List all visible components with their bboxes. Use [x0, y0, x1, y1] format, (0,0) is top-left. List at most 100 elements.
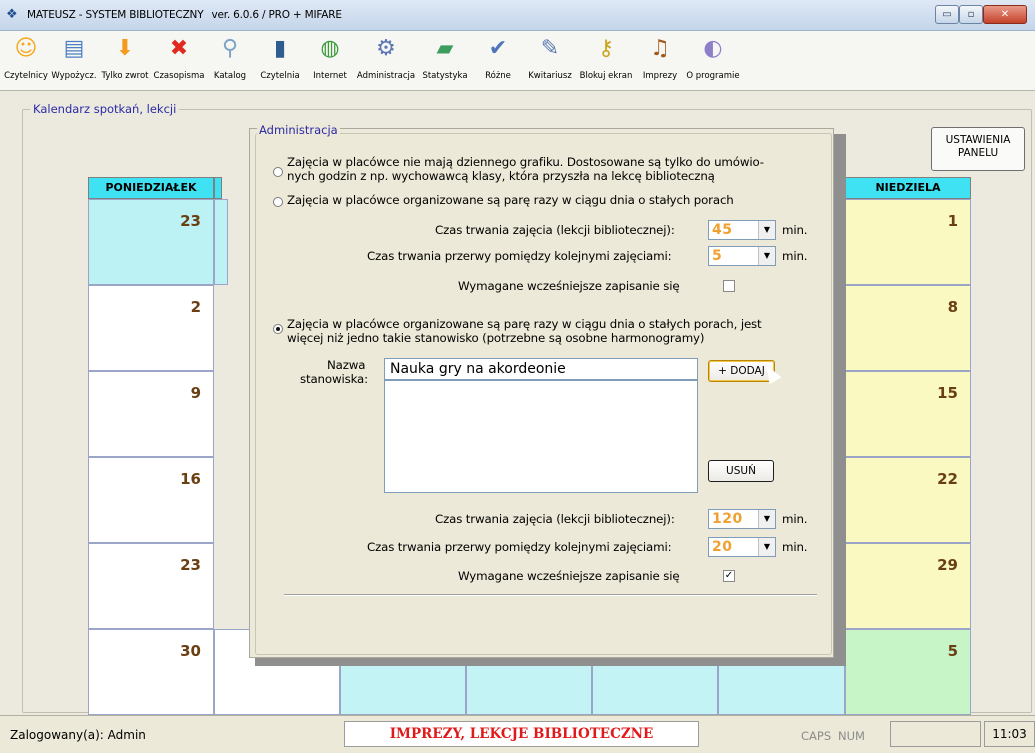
globe-icon: ◍ — [320, 36, 340, 61]
calendar-day-cell[interactable]: 23 — [88, 543, 214, 629]
radio-option-fixed-times[interactable] — [273, 197, 283, 207]
header-monday: PONIEDZIAŁEK — [88, 177, 214, 199]
calendar-day-cell[interactable] — [214, 199, 228, 285]
toolbar: ☺ Czytelnicy ▤ Wypożycz. ⬇ Tylko zwrot ✖ Cza… — [0, 31, 1035, 91]
calendar-day-cell[interactable]: 16 — [88, 457, 214, 543]
radio-option-multiple-stations[interactable] — [273, 324, 283, 334]
window-title: MATEUSZ - SYSTEM BIBLIOTECZNY ver. 6.0.6 … — [27, 9, 342, 21]
clock: 11:03 — [984, 721, 1035, 747]
calendar-day-cell[interactable]: 5 — [845, 629, 971, 715]
opt3-duration-select[interactable]: 120 ▼ — [708, 509, 776, 529]
panel-settings-line2: PANELU — [957, 147, 999, 159]
opt2-duration-unit: min. — [782, 223, 808, 237]
toolbar-statystyka-button[interactable]: ▰ Statystyka — [418, 33, 472, 89]
toolbar-kwitariusz-button[interactable]: ✎ Kwitariusz — [524, 33, 576, 89]
toolbar-czytelnia-button[interactable]: ▮ Czytelnia — [255, 33, 305, 89]
title-bar: ❖ MATEUSZ - SYSTEM BIBLIOTECZNY ver. 6.0.… — [0, 0, 1035, 31]
toolbar-label: Różne — [485, 71, 511, 81]
opt2-signup-checkbox[interactable] — [723, 280, 735, 292]
app-icon: ❖ — [6, 7, 18, 22]
station-label-line1: Nazwa — [327, 358, 366, 372]
calendar-day-cell[interactable]: 9 — [88, 371, 214, 457]
opt2-break-value: 5 — [712, 248, 723, 264]
toolbar-label: Administracja — [356, 71, 416, 81]
calendar-check-icon: ✔ — [488, 36, 508, 61]
calendar-day-cell[interactable]: 30 — [88, 629, 214, 715]
toolbar-czasopisma-button[interactable]: ✖ Czasopisma — [153, 33, 205, 89]
toolbar-label: Blokuj ekran — [579, 71, 633, 81]
calendar-day-cell[interactable]: 23 — [88, 199, 214, 285]
chart-icon: ▰ — [436, 36, 454, 61]
num-indicator: NUM — [838, 729, 865, 743]
toolbar-label: Imprezy — [642, 71, 678, 81]
chevron-down-icon: ▼ — [758, 538, 775, 556]
chevron-down-icon: ▼ — [758, 510, 775, 528]
window-version: ver. 6.0.6 / PRO + MIFARE — [211, 9, 342, 21]
toolbar-label: Kwitariusz — [528, 71, 572, 81]
minimize-button[interactable]: ▭ — [935, 5, 959, 24]
opt3-duration-label: Czas trwania zajęcia (lekcji biblioteczn… — [435, 512, 675, 526]
close-button[interactable]: ✕ — [983, 5, 1027, 24]
station-list[interactable] — [384, 380, 698, 493]
module-title: IMPREZY, LEKCJE BIBLIOTECZNE — [344, 721, 699, 747]
toolbar-imprezy-button[interactable]: ♫ Imprezy — [636, 33, 684, 89]
toolbar-label: Internet — [313, 71, 347, 81]
toolbar-label: Katalog — [213, 71, 247, 81]
calendar-day-cell[interactable]: 2 — [88, 285, 214, 371]
panel-settings-button[interactable]: USTAWIENIA PANELU — [931, 127, 1025, 171]
option1-line1: Zajęcia w placówce nie mają dziennego gr… — [287, 155, 764, 169]
opt3-duration-unit: min. — [782, 512, 808, 526]
toolbar-czytelnicy-button[interactable]: ☺ Czytelnicy — [4, 33, 48, 89]
application-window: ❖ MATEUSZ - SYSTEM BIBLIOTECZNY ver. 6.0.… — [0, 0, 1035, 753]
toolbar-wypozycz-button[interactable]: ▤ Wypożycz. — [50, 33, 98, 89]
toolbar-internet-button[interactable]: ◍ Internet — [305, 33, 355, 89]
calendar-group-title: Kalendarz spotkań, lekcji — [30, 102, 180, 116]
guitar-icon: ♫ — [650, 36, 670, 61]
dialog-separator — [284, 594, 817, 596]
panel-settings-line1: USTAWIENIA — [945, 134, 1011, 146]
toolbar-label: Czytelnia — [260, 71, 300, 81]
magnifier-icon: ⚲ — [221, 36, 239, 61]
opt2-break-select[interactable]: 5 ▼ — [708, 246, 776, 266]
toolbar-administracja-button[interactable]: ⚙ Administracja — [355, 33, 417, 89]
caps-indicator: CAPS — [801, 729, 832, 743]
opt3-break-select[interactable]: 20 ▼ — [708, 537, 776, 557]
toolbar-label: O programie — [686, 71, 740, 81]
station-label-line2: stanowiska: — [300, 372, 368, 386]
option2-label: Zajęcia w placówce organizowane są parę … — [287, 193, 734, 207]
opt3-signup-label: Wymagane wcześniejsze zapisanie się — [458, 569, 680, 583]
calendar-day-cell[interactable]: 8 — [845, 285, 971, 371]
radio-option-no-schedule[interactable] — [273, 167, 283, 177]
toolbar-katalog-button[interactable]: ⚲ Katalog — [205, 33, 255, 89]
return-arrow-icon: ⬇ — [115, 36, 135, 61]
administracja-dialog: Administracja Zajęcia w placówce nie maj… — [249, 123, 834, 658]
station-name-input[interactable]: Nauka gry na akordeonie — [384, 358, 698, 380]
opt3-signup-checkbox[interactable]: ✓ — [723, 570, 735, 582]
remove-station-button[interactable]: USUŃ — [708, 460, 774, 482]
status-empty-field — [890, 721, 981, 747]
logged-user: Zalogowany(a): Admin — [10, 728, 146, 742]
smiley-icon: ☺ — [14, 36, 38, 61]
maximize-button[interactable]: ▫ — [959, 5, 983, 24]
calendar-day-cell[interactable]: 1 — [845, 199, 971, 285]
option3-line2: więcej niż jedno takie stanowisko (potrz… — [287, 331, 705, 345]
opt2-duration-select[interactable]: 45 ▼ — [708, 220, 776, 240]
toolbar-label: Tylko zwrot — [101, 71, 149, 81]
opt2-break-unit: min. — [782, 249, 808, 263]
toolbar-blokuj-ekran-button[interactable]: ⚷ Blokuj ekran — [577, 33, 635, 89]
calendar-day-cell[interactable]: 29 — [845, 543, 971, 629]
toolbar-o-programie-button[interactable]: ◐ O programie — [684, 33, 742, 89]
opt3-break-unit: min. — [782, 540, 808, 554]
padlock-icon: ⚷ — [597, 36, 615, 61]
chevron-down-icon: ▼ — [758, 221, 775, 239]
opt2-signup-label: Wymagane wcześniejsze zapisanie się — [458, 279, 680, 293]
calendar-day-cell[interactable]: 22 — [845, 457, 971, 543]
book-icon: ▮ — [273, 36, 287, 61]
toolbar-label: Statystyka — [422, 71, 468, 81]
toolbar-label: Wypożycz. — [51, 71, 97, 81]
gears-icon: ⚙ — [376, 36, 396, 61]
toolbar-tylko-zwrot-button[interactable]: ⬇ Tylko zwrot — [99, 33, 151, 89]
opt3-duration-value: 120 — [712, 511, 743, 527]
calendar-day-cell[interactable]: 15 — [845, 371, 971, 457]
toolbar-rozne-button[interactable]: ✔ Różne — [472, 33, 524, 89]
